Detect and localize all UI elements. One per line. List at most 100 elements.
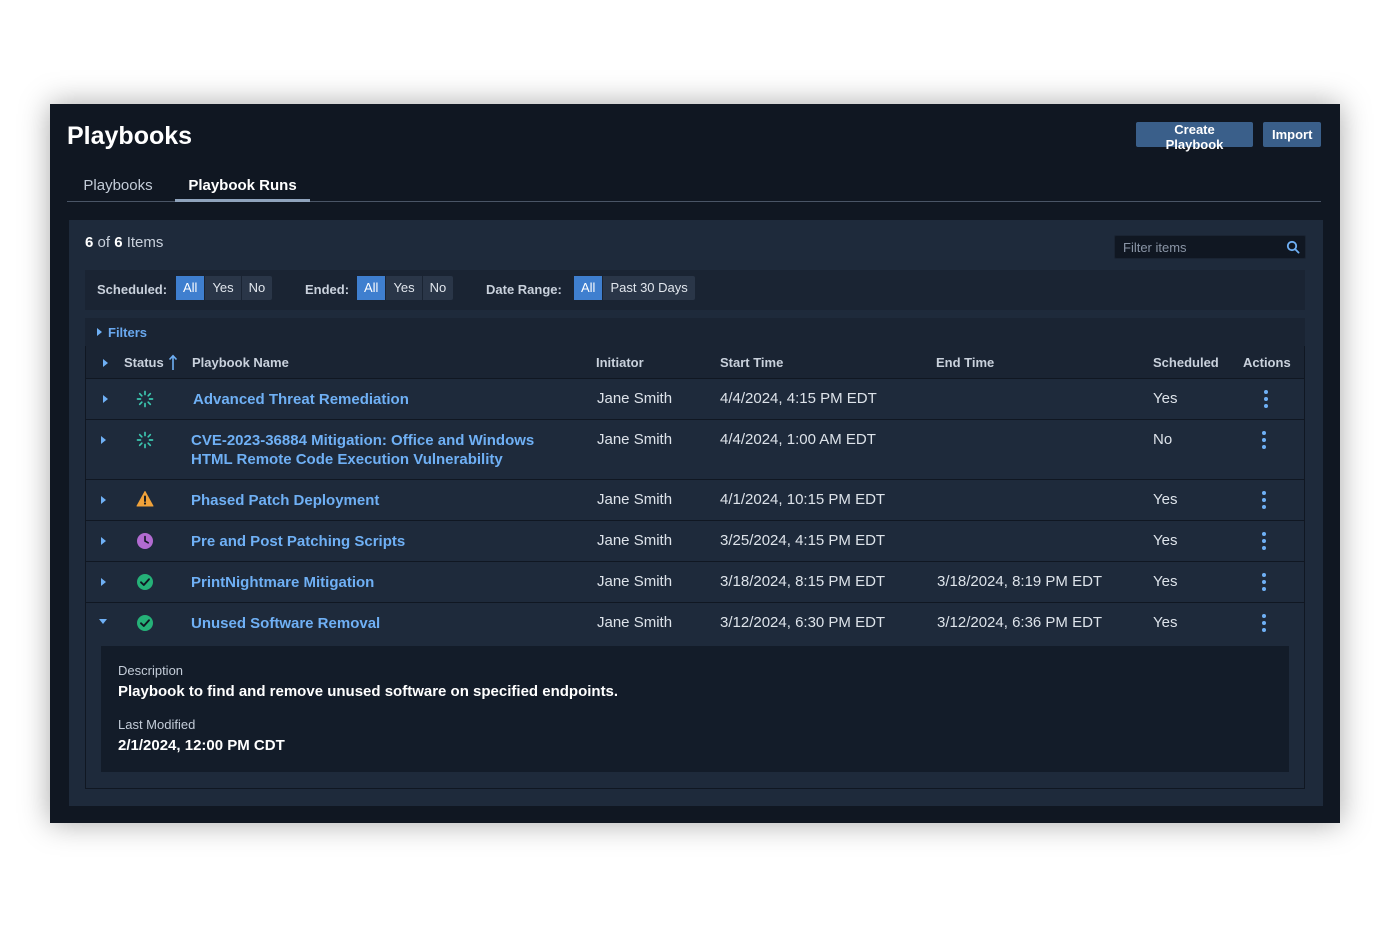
- item-count-shown: 6: [85, 234, 94, 251]
- description-label: Description: [118, 663, 184, 678]
- column-start-time[interactable]: Start Time: [720, 355, 783, 370]
- table-header: Status Playbook Name Initiator Start Tim…: [86, 346, 1304, 379]
- chevron-right-icon[interactable]: [101, 436, 106, 444]
- playbook-name-line: Unused Software Removal: [191, 615, 381, 632]
- initiator-cell: Jane Smith: [597, 491, 673, 508]
- ended-filter-all[interactable]: All: [357, 276, 387, 300]
- running-icon: [136, 390, 154, 408]
- column-initiator[interactable]: Initiator: [596, 355, 644, 370]
- scheduled-filter-no[interactable]: No: [242, 276, 273, 300]
- description-value: Playbook to find and remove unused softw…: [118, 683, 619, 700]
- scheduled-filter-label: Scheduled:: [97, 282, 168, 297]
- expand-all-icon[interactable]: [103, 359, 108, 367]
- filter-box: [1114, 235, 1306, 259]
- kebab-menu-icon[interactable]: [1261, 431, 1267, 449]
- kebab-menu-icon[interactable]: [1261, 532, 1267, 550]
- start-time-cell: 4/1/2024, 10:15 PM EDT: [720, 491, 886, 508]
- column-status[interactable]: Status: [124, 355, 164, 370]
- scheduled-cell: Yes: [1153, 390, 1178, 407]
- filters-toggle-label: Filters: [108, 325, 148, 340]
- scheduled-cell: Yes: [1153, 532, 1178, 549]
- check-circle-icon: [137, 574, 153, 590]
- create-playbook-button[interactable]: Create Playbook: [1136, 122, 1253, 152]
- ended-filter-yes[interactable]: Yes: [386, 276, 423, 300]
- column-scheduled[interactable]: Scheduled: [1153, 355, 1219, 370]
- kebab-menu-icon[interactable]: [1263, 390, 1269, 408]
- item-count-total: 6: [114, 234, 123, 251]
- last-modified-label: Last Modified: [118, 717, 196, 732]
- app-window: Playbooks Create Playbook Import Playboo…: [50, 104, 1340, 823]
- scheduled-cell: Yes: [1153, 573, 1178, 590]
- initiator-cell: Jane Smith: [597, 390, 673, 407]
- runs-table: Status Playbook Name Initiator Start Tim…: [85, 346, 1305, 789]
- ended-filter-label: Ended:: [305, 282, 350, 297]
- scheduled-filter-group: All Yes No: [176, 276, 273, 300]
- table-row[interactable]: Phased Patch Deployment Jane Smith 4/1/2…: [86, 480, 1304, 521]
- start-time-cell: 4/4/2024, 1:00 AM EDT: [720, 431, 876, 448]
- scheduled-filter-yes[interactable]: Yes: [205, 276, 242, 300]
- playbook-name-link[interactable]: Advanced Threat Remediation: [193, 390, 409, 409]
- filter-input[interactable]: [1115, 236, 1280, 258]
- chevron-right-icon[interactable]: [101, 496, 106, 504]
- playbook-name-line: Pre and Post Patching Scripts: [191, 533, 406, 550]
- initiator-cell: Jane Smith: [597, 573, 673, 590]
- initiator-cell: Jane Smith: [597, 431, 673, 448]
- chevron-right-icon[interactable]: [103, 395, 108, 403]
- initiator-cell: Jane Smith: [597, 614, 673, 631]
- date-range-filter-label: Date Range:: [486, 282, 562, 297]
- column-playbook-name[interactable]: Playbook Name: [192, 355, 289, 370]
- ended-filter-no[interactable]: No: [423, 276, 454, 300]
- kebab-menu-icon[interactable]: [1261, 614, 1267, 632]
- column-actions: Actions: [1243, 355, 1291, 370]
- filters-toggle[interactable]: Filters: [85, 318, 1305, 346]
- playbook-name-link[interactable]: Phased Patch Deployment: [191, 491, 379, 510]
- kebab-menu-icon[interactable]: [1261, 573, 1267, 591]
- search-icon[interactable]: [1286, 240, 1300, 254]
- playbook-name-line: HTML Remote Code Execution Vulnerability: [191, 451, 503, 468]
- playbook-name-link[interactable]: Pre and Post Patching Scripts: [191, 532, 405, 551]
- start-time-cell: 3/18/2024, 8:15 PM EDT: [720, 573, 886, 590]
- warning-icon: [136, 491, 154, 507]
- last-modified-value: 2/1/2024, 12:00 PM CDT: [118, 737, 285, 754]
- running-icon: [136, 431, 154, 449]
- playbook-name-line: Phased Patch Deployment: [191, 492, 380, 509]
- table-row[interactable]: CVE-2023-36884 Mitigation: Office and Wi…: [86, 420, 1304, 480]
- playbook-name-link[interactable]: PrintNightmare Mitigation: [191, 573, 374, 592]
- item-count: 6 of 6 Items: [85, 234, 163, 251]
- tab-playbook-runs[interactable]: Playbook Runs: [175, 170, 310, 202]
- chevron-right-icon: [97, 328, 102, 336]
- item-count-unit: Items: [126, 234, 164, 251]
- import-button[interactable]: Import: [1263, 122, 1321, 147]
- scheduled-filter-all[interactable]: All: [176, 276, 206, 300]
- clock-icon: [137, 533, 153, 549]
- playbook-name-link[interactable]: CVE-2023-36884 Mitigation: Office and Wi…: [191, 431, 534, 469]
- date-range-filter-all[interactable]: All: [574, 276, 604, 300]
- kebab-menu-icon[interactable]: [1261, 491, 1267, 509]
- ended-filter-group: All Yes No: [357, 276, 454, 300]
- tab-bar: Playbooks Playbook Runs: [67, 170, 1321, 202]
- tab-playbooks[interactable]: Playbooks: [81, 170, 155, 202]
- item-count-of: of: [97, 234, 111, 251]
- chevron-right-icon[interactable]: [101, 578, 106, 586]
- start-time-cell: 3/12/2024, 6:30 PM EDT: [720, 614, 886, 631]
- chevron-down-icon[interactable]: [99, 619, 107, 624]
- quick-filter-bar: Scheduled: All Yes No Ended: All Yes No …: [85, 270, 1305, 310]
- runs-panel: 6 of 6 Items Scheduled: All Yes No Ended…: [69, 220, 1323, 806]
- column-end-time[interactable]: End Time: [936, 355, 994, 370]
- end-time-cell: 3/12/2024, 6:36 PM EDT: [937, 614, 1103, 631]
- table-row[interactable]: Pre and Post Patching Scripts Jane Smith…: [86, 521, 1304, 562]
- table-row[interactable]: PrintNightmare Mitigation Jane Smith 3/1…: [86, 562, 1304, 603]
- scheduled-cell: No: [1153, 431, 1173, 448]
- date-range-filter-past-30-days[interactable]: Past 30 Days: [603, 276, 694, 300]
- check-circle-icon: [137, 615, 153, 631]
- chevron-right-icon[interactable]: [101, 537, 106, 545]
- sort-ascending-icon[interactable]: [168, 354, 178, 371]
- start-time-cell: 4/4/2024, 4:15 PM EDT: [720, 390, 877, 407]
- table-row[interactable]: Advanced Threat Remediation Jane Smith 4…: [86, 379, 1304, 420]
- end-time-cell: 3/18/2024, 8:19 PM EDT: [937, 573, 1103, 590]
- playbook-name-link[interactable]: Unused Software Removal: [191, 614, 380, 633]
- playbook-name-line: CVE-2023-36884 Mitigation: Office and Wi…: [191, 432, 535, 449]
- scheduled-cell: Yes: [1153, 614, 1178, 631]
- initiator-cell: Jane Smith: [597, 532, 673, 549]
- scheduled-cell: Yes: [1153, 491, 1178, 508]
